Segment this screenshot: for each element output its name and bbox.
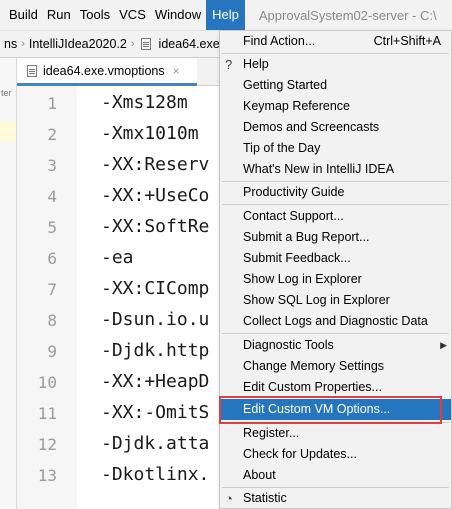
- menu-item-help[interactable]: ? Help: [220, 54, 451, 75]
- menu-item-label: Find Action...: [243, 34, 316, 48]
- line-number: 8: [47, 311, 57, 330]
- menu-item-label: Help: [243, 57, 269, 71]
- line-number: 7: [47, 280, 57, 299]
- menu-item-change-memory[interactable]: Change Memory Settings: [220, 356, 451, 377]
- left-strip-label: ter: [1, 88, 12, 98]
- menu-item-label: Statistic: [243, 491, 287, 505]
- menu-item-label: Diagnostic Tools: [243, 338, 334, 352]
- breadcrumb-item[interactable]: idea64.exe: [155, 37, 224, 51]
- menu-item-check-updates[interactable]: Check for Updates...: [220, 444, 451, 465]
- clock-icon: ◔: [225, 491, 233, 506]
- line-number: 13: [37, 466, 57, 485]
- left-strip-highlight: [0, 122, 16, 142]
- chevron-right-icon: ›: [130, 38, 135, 50]
- menu-tools[interactable]: Tools: [71, 0, 110, 30]
- line-number: 3: [47, 156, 57, 175]
- menu-item-whats-new[interactable]: What's New in IntelliJ IDEA: [220, 159, 451, 180]
- menu-item-getting-started[interactable]: Getting Started: [220, 75, 451, 96]
- menu-item-show-sql-log[interactable]: Show SQL Log in Explorer: [220, 290, 451, 311]
- code-text: -XX:+UseCo: [101, 185, 210, 206]
- left-tool-strip: ter: [0, 58, 17, 509]
- menu-window[interactable]: Window: [146, 0, 201, 30]
- menu-separator: [222, 204, 449, 205]
- main-menubar: Build Run Tools VCS Window Help Approval…: [0, 0, 452, 30]
- file-icon: [27, 64, 37, 77]
- menu-item-find-action[interactable]: Find Action... Ctrl+Shift+A: [220, 31, 451, 52]
- code-text: -ea: [101, 247, 134, 268]
- menu-item-submit-feedback[interactable]: Submit Feedback...: [220, 248, 451, 269]
- code-text: -XX:CIComp: [101, 278, 210, 299]
- menu-item-keymap-reference[interactable]: Keymap Reference: [220, 96, 451, 117]
- line-number: 6: [47, 249, 57, 268]
- menu-item-tip-of-the-day[interactable]: Tip of the Day: [220, 138, 451, 159]
- menu-item-statistic[interactable]: ◔ Statistic: [220, 488, 451, 509]
- submenu-arrow-icon: ▶: [440, 340, 447, 350]
- window-title: ApprovalSystem02-server - C:\: [258, 7, 437, 23]
- tab-label: idea64.exe.vmoptions: [43, 63, 165, 78]
- annotation-highlight-box: [219, 396, 442, 424]
- close-icon[interactable]: ×: [173, 64, 180, 78]
- breadcrumb-item[interactable]: ns: [0, 37, 21, 51]
- code-text: -Djdk.http: [101, 340, 210, 361]
- shortcut-label: Ctrl+Shift+A: [373, 34, 441, 48]
- code-text: -Dsun.io.u: [101, 309, 210, 330]
- code-text: -XX:-OmitS: [101, 402, 210, 423]
- code-text: -XX:+HeapD: [101, 371, 210, 392]
- menu-separator: [222, 333, 449, 334]
- line-number: 5: [47, 218, 57, 237]
- line-number: 4: [47, 187, 57, 206]
- code-text: -Xmx1010m: [101, 123, 199, 144]
- menu-item-productivity-guide[interactable]: Productivity Guide: [220, 182, 451, 203]
- breadcrumb-item[interactable]: IntelliJIdea2020.2: [25, 37, 131, 51]
- menu-item-show-log[interactable]: Show Log in Explorer: [220, 269, 451, 290]
- menu-help[interactable]: Help: [206, 0, 245, 30]
- line-number: 12: [37, 435, 57, 454]
- code-text: -Xms128m: [101, 92, 188, 113]
- menu-item-submit-bug-report[interactable]: Submit a Bug Report...: [220, 227, 451, 248]
- tab-vmoptions[interactable]: idea64.exe.vmoptions ×: [17, 58, 197, 86]
- menu-item-collect-logs[interactable]: Collect Logs and Diagnostic Data: [220, 311, 451, 332]
- question-icon: ?: [225, 57, 233, 72]
- line-number: 11: [37, 404, 57, 423]
- menu-item-about[interactable]: About: [220, 465, 451, 486]
- line-number: 1: [47, 94, 57, 113]
- menu-vcs[interactable]: VCS: [110, 0, 146, 30]
- menu-item-contact-support[interactable]: Contact Support...: [220, 206, 451, 227]
- line-number: 9: [47, 342, 57, 361]
- code-text: -XX:SoftRe: [101, 216, 210, 237]
- menu-build[interactable]: Build: [0, 0, 38, 30]
- line-number: 10: [37, 373, 57, 392]
- menu-run[interactable]: Run: [38, 0, 71, 30]
- menu-item-register[interactable]: Register...: [220, 423, 451, 444]
- line-number: 2: [47, 125, 57, 144]
- code-text: -Djdk.atta: [101, 433, 210, 454]
- menu-item-edit-custom-properties[interactable]: Edit Custom Properties...: [220, 377, 451, 398]
- code-text: -XX:Reserv: [101, 154, 210, 175]
- code-text: -Dkotlinx.: [101, 464, 210, 485]
- menu-item-diagnostic-tools[interactable]: Diagnostic Tools ▶: [220, 335, 451, 356]
- menu-item-demos[interactable]: Demos and Screencasts: [220, 117, 451, 138]
- file-icon: [140, 38, 151, 50]
- help-menu-dropdown: Find Action... Ctrl+Shift+A ? Help Getti…: [219, 30, 452, 509]
